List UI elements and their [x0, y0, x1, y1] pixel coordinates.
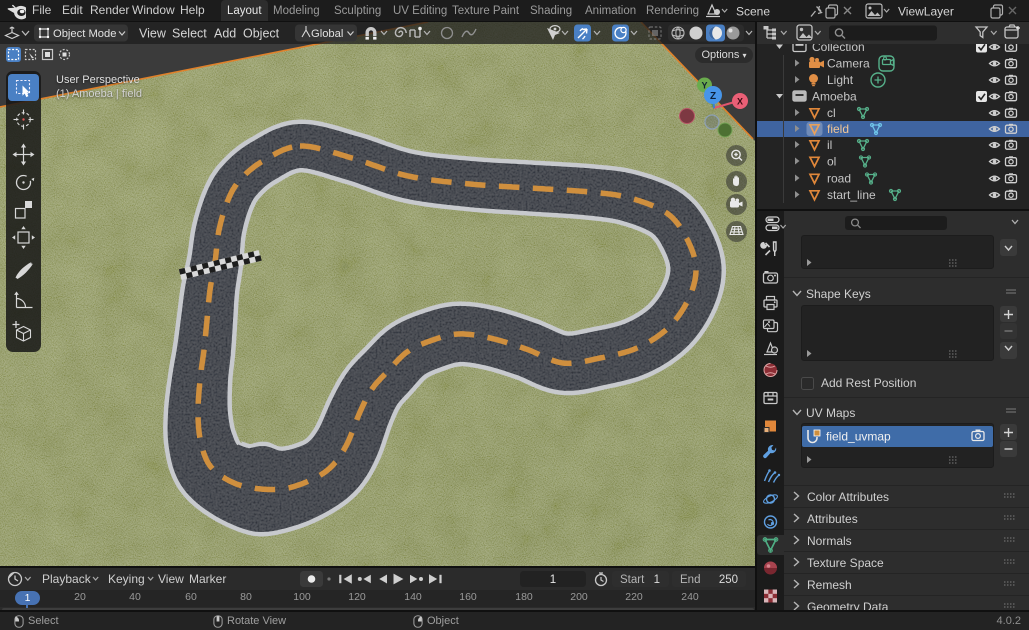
- svg-text:X: X: [737, 97, 743, 107]
- svg-text:1: 1: [654, 574, 660, 586]
- svg-text:End: End: [680, 574, 700, 586]
- svg-text:250: 250: [719, 574, 738, 586]
- svg-text:Shape Keys: Shape Keys: [806, 287, 871, 301]
- svg-text:Playback: Playback: [42, 572, 92, 586]
- svg-text:Remesh: Remesh: [807, 578, 852, 592]
- svg-text:Z: Z: [710, 91, 716, 102]
- svg-text:Object Mode: Object Mode: [53, 28, 116, 40]
- svg-text:ViewLayer: ViewLayer: [898, 5, 954, 19]
- svg-text:Texture Space: Texture Space: [807, 556, 884, 570]
- svg-text:View: View: [158, 572, 184, 586]
- svg-text:cl: cl: [827, 106, 836, 120]
- svg-text:il: il: [827, 138, 832, 152]
- svg-text:Normals: Normals: [807, 534, 852, 548]
- svg-text:Add: Add: [214, 27, 236, 41]
- svg-text:Color Attributes: Color Attributes: [807, 490, 889, 504]
- svg-text:field_uvmap: field_uvmap: [826, 430, 891, 444]
- svg-text:Global: Global: [311, 28, 343, 40]
- svg-text:UV Maps: UV Maps: [806, 406, 855, 420]
- svg-text:1: 1: [550, 574, 556, 586]
- svg-text:View: View: [139, 27, 167, 41]
- svg-text:road: road: [827, 172, 851, 186]
- svg-text:field: field: [827, 122, 849, 136]
- svg-text:Amoeba: Amoeba: [812, 90, 857, 104]
- svg-text:Keying: Keying: [108, 572, 145, 586]
- svg-text:start_line: start_line: [827, 188, 876, 202]
- svg-text:Select: Select: [172, 27, 207, 41]
- svg-text:Object: Object: [243, 27, 280, 41]
- svg-text:Marker: Marker: [189, 572, 226, 586]
- svg-text:Scene: Scene: [736, 5, 770, 19]
- svg-text:Attributes: Attributes: [807, 512, 858, 526]
- svg-text:Collection: Collection: [812, 44, 865, 54]
- svg-text:Light: Light: [827, 73, 854, 87]
- svg-text:Camera: Camera: [827, 57, 870, 71]
- svg-text:Start: Start: [620, 574, 645, 586]
- svg-text:ol: ol: [827, 155, 836, 169]
